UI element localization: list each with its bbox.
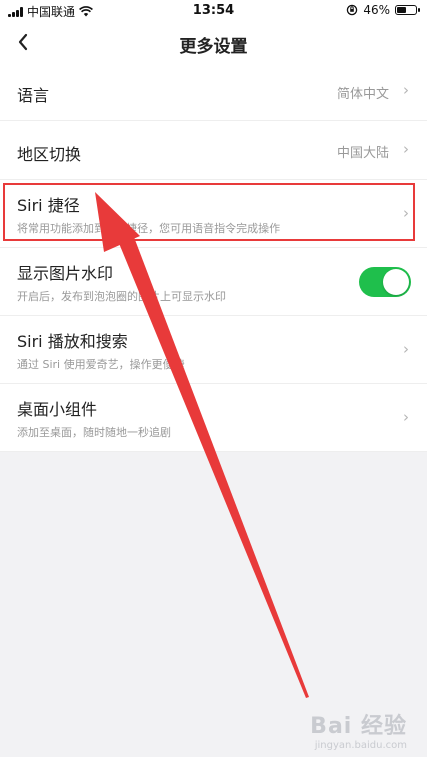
- setting-widget[interactable]: 桌面小组件 添加至桌面，随时随地一秒追剧 ›: [0, 384, 427, 452]
- chevron-right-icon: ›: [403, 408, 409, 426]
- setting-region[interactable]: 地区切换 中国大陆 ›: [0, 121, 427, 180]
- chevron-right-icon: ›: [403, 340, 409, 358]
- setting-description: 通过 Siri 使用爱奇艺，操作更便捷: [17, 358, 185, 371]
- setting-value: 中国大陆: [336, 146, 389, 161]
- setting-value: 简体中文: [336, 87, 389, 102]
- setting-label: Siri 播放和搜索: [17, 332, 128, 351]
- setting-label: 地区切换: [17, 145, 82, 164]
- settings-list: 语言 简体中文 › 地区切换 中国大陆 › Siri 捷径 将常用功能添加到Si…: [0, 62, 427, 452]
- setting-description: 添加至桌面，随时随地一秒追剧: [17, 426, 171, 439]
- setting-description: 开启后，发布到泡泡圈的图片上可显示水印: [17, 290, 226, 303]
- setting-label: 语言: [17, 86, 50, 105]
- setting-label: 桌面小组件: [17, 400, 98, 419]
- setting-label: 显示图片水印: [17, 264, 114, 283]
- status-right: 46%: [346, 3, 420, 17]
- chevron-right-icon: ›: [403, 140, 409, 158]
- orientation-lock-icon: [347, 4, 358, 16]
- page-title: 更多设置: [179, 37, 248, 57]
- watermark-toggle[interactable]: [359, 267, 411, 297]
- watermark-logo: Bai 经验: [310, 714, 407, 739]
- chevron-right-icon: ›: [403, 81, 409, 99]
- status-bar: 中国联通 13:54 46%: [0, 0, 427, 22]
- watermark-url: jingyan.baidu.com: [314, 740, 407, 751]
- battery-percent: 46%: [363, 3, 390, 17]
- setting-watermark: 显示图片水印 开启后，发布到泡泡圈的图片上可显示水印: [0, 248, 427, 316]
- baidu-watermark: Bai 经验 jingyan.baidu.com: [310, 708, 407, 751]
- annotation-highlight-box: [3, 183, 415, 241]
- setting-siri-search[interactable]: Siri 播放和搜索 通过 Siri 使用爱奇艺，操作更便捷 ›: [0, 316, 427, 384]
- setting-language[interactable]: 语言 简体中文 ›: [0, 62, 427, 121]
- toggle-knob: [383, 269, 409, 295]
- battery-icon: [395, 5, 420, 15]
- nav-bar: 更多设置: [0, 22, 427, 62]
